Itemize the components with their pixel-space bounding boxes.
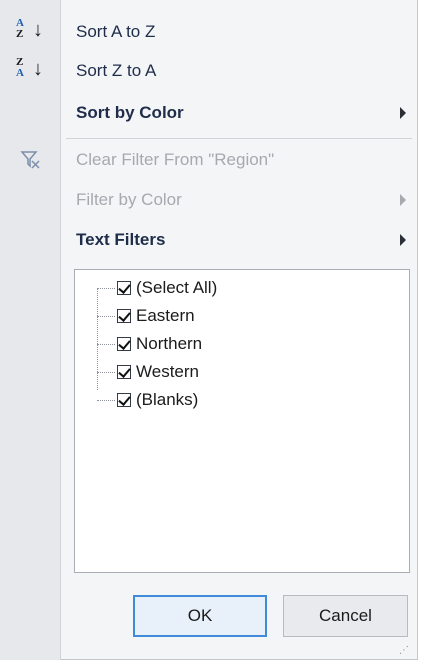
filter-dropdown-panel: A Z ↓ Sort A to Z Z A ↓ Sort Z to A Sort…	[0, 0, 418, 660]
sort-z-to-a-item[interactable]: Z A ↓ Sort Z to A	[0, 51, 416, 91]
sort-icon-bottom-letter: Z	[16, 28, 24, 40]
tree-connector	[97, 315, 115, 317]
sort-icon-bottom-letter: A	[16, 67, 24, 79]
funnel-x-icon	[20, 151, 40, 169]
sort-by-color-item[interactable]: Sort by Color	[0, 93, 416, 133]
filter-value-label: Eastern	[136, 306, 195, 325]
arrow-down-icon: ↓	[33, 58, 43, 80]
filter-value-western[interactable]: Western	[97, 357, 199, 387]
tree-connector	[97, 371, 115, 373]
checkbox-checked-icon[interactable]	[117, 393, 131, 407]
tree-connector	[97, 343, 115, 345]
filter-value-label: (Blanks)	[136, 390, 199, 409]
sort-descending-icon: Z A ↓	[14, 57, 46, 85]
filter-values-listbox[interactable]: (Select All) Eastern Northern Western (B…	[74, 269, 410, 573]
clear-filter-item: Clear Filter From "Region"	[0, 140, 416, 180]
resize-grip-icon[interactable]: ⋰	[399, 645, 409, 656]
filter-by-color-label: Filter by Color	[76, 190, 182, 209]
sort-ascending-icon: A Z ↓	[14, 18, 46, 46]
clear-filter-label: Clear Filter From "Region"	[76, 150, 275, 169]
tree-connector	[97, 287, 115, 289]
filter-value-northern[interactable]: Northern	[97, 329, 202, 359]
filter-value-blanks[interactable]: (Blanks)	[97, 385, 198, 415]
cancel-button[interactable]: Cancel	[283, 595, 408, 637]
text-filters-label: Text Filters	[76, 230, 166, 249]
filter-value-label: (Select All)	[136, 278, 218, 297]
filter-by-color-item: Filter by Color	[0, 180, 416, 220]
filter-value-label: Western	[136, 362, 199, 381]
checkbox-checked-icon[interactable]	[117, 337, 131, 351]
arrow-down-icon: ↓	[33, 19, 43, 41]
tree-connector	[97, 399, 115, 401]
sort-a-to-z-label: Sort A to Z	[76, 22, 156, 41]
filter-value-eastern[interactable]: Eastern	[97, 301, 195, 331]
checkbox-checked-icon[interactable]	[117, 365, 131, 379]
checkbox-checked-icon[interactable]	[117, 309, 131, 323]
filter-value-select-all[interactable]: (Select All)	[97, 273, 217, 303]
sort-by-color-label: Sort by Color	[76, 103, 184, 122]
filter-value-label: Northern	[136, 334, 203, 353]
submenu-arrow-icon	[400, 234, 406, 246]
ok-button[interactable]: OK	[133, 595, 267, 637]
sort-a-to-z-item[interactable]: A Z ↓ Sort A to Z	[0, 12, 416, 52]
menu-divider	[66, 138, 412, 139]
submenu-arrow-icon	[400, 194, 406, 206]
sort-z-to-a-label: Sort Z to A	[76, 61, 157, 80]
submenu-arrow-icon	[400, 107, 406, 119]
checkbox-checked-icon[interactable]	[117, 281, 131, 295]
text-filters-item[interactable]: Text Filters	[0, 220, 416, 260]
